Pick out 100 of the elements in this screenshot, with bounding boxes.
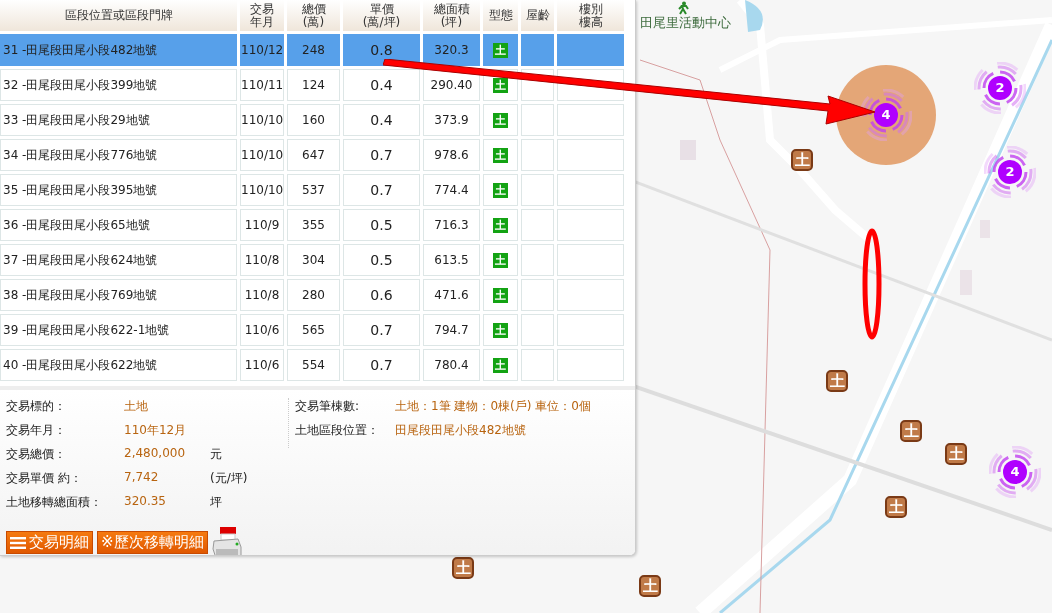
- type-badge: 土: [493, 357, 508, 373]
- empty-cell: [557, 314, 624, 346]
- detail-label: 交易總價：: [6, 446, 67, 463]
- type-badge: 土: [493, 182, 508, 198]
- detail-value: 110年12月: [124, 422, 188, 439]
- table-cell: 110/10: [240, 104, 284, 136]
- cluster-count[interactable]: 2: [998, 160, 1022, 184]
- empty-cell: [521, 244, 554, 276]
- table-cell: 0.4: [343, 104, 420, 136]
- table-cell: 537: [287, 174, 340, 206]
- table-row[interactable]: 31 -田尾段田尾小段482地號 110/12 248 0.8 320.3 土: [0, 34, 624, 66]
- column-header[interactable]: 總價 (萬): [287, 0, 340, 31]
- detail-value: 2,480,000: [124, 446, 187, 462]
- cluster-count[interactable]: 2: [988, 76, 1012, 100]
- empty-cell: [557, 34, 624, 66]
- column-header[interactable]: 屋齡: [521, 0, 554, 31]
- pdf-printer-icon[interactable]: [211, 526, 242, 555]
- column-header[interactable]: 單價 (萬/坪): [343, 0, 420, 31]
- empty-cell: [521, 104, 554, 136]
- table-cell: 0.5: [343, 244, 420, 276]
- table-cell: 373.9: [423, 104, 480, 136]
- detail-label: 土地區段位置：: [295, 422, 380, 439]
- column-header[interactable]: 區段位置或區段門牌: [0, 0, 237, 31]
- type-badge: 土: [493, 112, 508, 128]
- table-cell: 471.6: [423, 279, 480, 311]
- table-row[interactable]: 40 -田尾段田尾小段622地號 110/6 554 0.7 780.4 土: [0, 349, 624, 381]
- table-row[interactable]: 37 -田尾段田尾小段624地號 110/8 304 0.5 613.5 土: [0, 244, 624, 276]
- empty-cell: [521, 279, 554, 311]
- empty-cell: [521, 209, 554, 241]
- type-badge: 土: [493, 42, 508, 58]
- table-row[interactable]: 38 -田尾段田尾小段769地號 110/8 280 0.6 471.6 土: [0, 279, 624, 311]
- cluster-ring-icon: [989, 446, 1041, 498]
- table-cell: 0.4: [343, 69, 420, 101]
- table-cell: 0.5: [343, 209, 420, 241]
- type-badge: 土: [493, 217, 508, 233]
- empty-cell: [557, 104, 624, 136]
- detail-label: 交易年月：: [6, 422, 67, 439]
- table-cell: 36 -田尾段田尾小段65地號: [0, 209, 237, 241]
- table-row[interactable]: 34 -田尾段田尾小段776地號 110/10 647 0.7 978.6 土: [0, 139, 624, 171]
- table-cell: 124: [287, 69, 340, 101]
- table-cell: 0.7: [343, 174, 420, 206]
- table-row[interactable]: 39 -田尾段田尾小段622-1地號 110/6 565 0.7 794.7 土: [0, 314, 624, 346]
- table-row[interactable]: 33 -田尾段田尾小段29地號 110/10 160 0.4 373.9 土: [0, 104, 624, 136]
- table-cell: 794.7: [423, 314, 480, 346]
- detail-unit: (元/坪): [210, 470, 249, 487]
- detail-label: 交易單價 約：: [6, 470, 83, 487]
- empty-cell: [521, 349, 554, 381]
- table-cell: 110/9: [240, 209, 284, 241]
- table-cell: 31 -田尾段田尾小段482地號: [0, 34, 237, 66]
- table-cell: 39 -田尾段田尾小段622-1地號: [0, 314, 237, 346]
- empty-cell: [521, 139, 554, 171]
- type-badge: 土: [493, 287, 508, 303]
- empty-cell: [557, 279, 624, 311]
- table-cell: 110/10: [240, 139, 284, 171]
- table-cell: 40 -田尾段田尾小段622地號: [0, 349, 237, 381]
- table-cell: 38 -田尾段田尾小段769地號: [0, 279, 237, 311]
- empty-cell: [521, 314, 554, 346]
- empty-cell: [521, 174, 554, 206]
- cluster-count[interactable]: 4: [1003, 460, 1027, 484]
- type-badge: 土: [493, 322, 508, 338]
- empty-cell: [557, 139, 624, 171]
- type-badge: 土: [493, 252, 508, 268]
- table-cell: 0.6: [343, 279, 420, 311]
- table-cell: 110/8: [240, 244, 284, 276]
- empty-cell: [521, 34, 554, 66]
- table-cell: 0.7: [343, 139, 420, 171]
- type-badge: 土: [493, 77, 508, 93]
- type-badge: 土: [493, 147, 508, 163]
- detail-unit: 元: [210, 446, 223, 463]
- table-cell: 320.3: [423, 34, 480, 66]
- table-cell: 110/6: [240, 349, 284, 381]
- table-row[interactable]: 36 -田尾段田尾小段65地號 110/9 355 0.5 716.3 土: [0, 209, 624, 241]
- table-cell: 110/11: [240, 69, 284, 101]
- table-cell: 978.6: [423, 139, 480, 171]
- detail-label: 交易筆棟數:: [295, 398, 361, 415]
- table-cell: 0.7: [343, 314, 420, 346]
- table-row[interactable]: 35 -田尾段田尾小段395地號 110/10 537 0.7 774.4 土: [0, 174, 624, 206]
- cluster-ring-icon: [974, 62, 1026, 114]
- detail-label: 土地移轉總面積：: [6, 494, 103, 511]
- table-cell: 716.3: [423, 209, 480, 241]
- empty-cell: [557, 349, 624, 381]
- table-cell: 565: [287, 314, 340, 346]
- table-cell: 613.5: [423, 244, 480, 276]
- column-header[interactable]: 型態: [483, 0, 518, 31]
- empty-cell: [557, 244, 624, 276]
- table-cell: 35 -田尾段田尾小段395地號: [0, 174, 237, 206]
- map-place-label: 田尾里活動中心: [640, 14, 731, 32]
- detail-value: 7,742: [124, 470, 160, 486]
- table-cell: 34 -田尾段田尾小段776地號: [0, 139, 237, 171]
- table-cell: 248: [287, 34, 340, 66]
- table-cell: 647: [287, 139, 340, 171]
- detail-unit: 坪: [210, 494, 223, 511]
- table-cell: 110/10: [240, 174, 284, 206]
- table-cell: 32 -田尾段田尾小段399地號: [0, 69, 237, 101]
- column-header[interactable]: 總面積 (坪): [423, 0, 480, 31]
- detail-value: 320.35: [124, 494, 167, 510]
- cluster-ring-icon: [860, 89, 912, 141]
- table-cell: 0.7: [343, 349, 420, 381]
- table-row[interactable]: 32 -田尾段田尾小段399地號 110/11 124 0.4 290.40 土: [0, 69, 624, 101]
- table-cell: 110/6: [240, 314, 284, 346]
